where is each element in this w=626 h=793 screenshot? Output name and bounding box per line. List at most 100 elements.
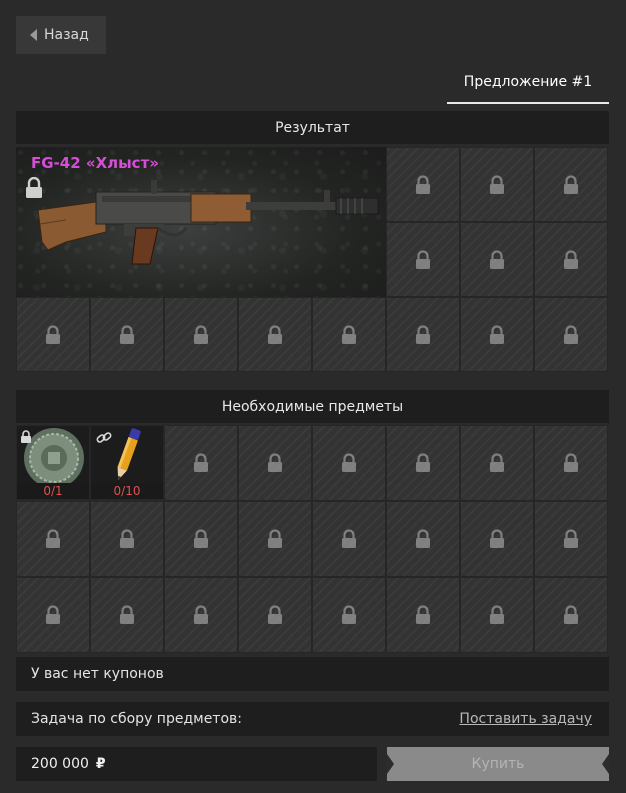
locked-slot xyxy=(460,501,534,577)
lock-icon xyxy=(414,453,432,473)
lock-icon xyxy=(562,249,580,270)
link-icon xyxy=(96,432,112,443)
locked-slot xyxy=(312,297,386,372)
locked-slot xyxy=(238,577,312,653)
price-value: 200 000 xyxy=(31,756,89,772)
lock-icon xyxy=(414,529,432,549)
locked-slot xyxy=(164,425,238,501)
button-corner-right xyxy=(602,754,609,774)
required-section-header: Необходимые предметы xyxy=(16,390,609,423)
locked-slot xyxy=(164,297,238,372)
required-item-count: 0/1 xyxy=(17,483,89,499)
coupons-text: У вас нет купонов xyxy=(31,666,164,682)
required-item-pencil[interactable]: 0/10 xyxy=(90,425,164,500)
locked-slot xyxy=(386,501,460,577)
locked-slot xyxy=(534,577,608,653)
locked-slot xyxy=(164,501,238,577)
lock-icon xyxy=(414,174,432,195)
locked-slot xyxy=(90,501,164,577)
lock-icon xyxy=(192,324,210,345)
locked-slot xyxy=(460,577,534,653)
lock-icon xyxy=(266,324,284,345)
lock-icon xyxy=(44,605,62,625)
offer-tab-label: Предложение #1 xyxy=(463,74,593,90)
locked-slot xyxy=(460,147,534,222)
lock-icon xyxy=(192,605,210,625)
lock-icon xyxy=(266,529,284,549)
lock-icon xyxy=(562,174,580,195)
lock-icon xyxy=(414,605,432,625)
lock-icon xyxy=(340,605,358,625)
required-section-title: Необходимые предметы xyxy=(221,398,404,415)
tab-offer-1[interactable]: Предложение #1 xyxy=(447,62,609,104)
task-bar: Задача по сбору предметов: Поставить зад… xyxy=(16,702,609,736)
locked-slot xyxy=(238,501,312,577)
locked-slot xyxy=(312,425,386,501)
locked-slot xyxy=(16,577,90,653)
result-item-card[interactable]: FG-42 «Хлыст» xyxy=(16,147,386,297)
locked-slot xyxy=(312,501,386,577)
lock-icon xyxy=(562,605,580,625)
result-item-name: FG-42 «Хлыст» xyxy=(31,154,159,172)
lock-icon xyxy=(340,529,358,549)
locked-slot xyxy=(386,147,460,222)
button-corner-left xyxy=(387,754,394,774)
lock-icon xyxy=(118,324,136,345)
locked-slot xyxy=(386,577,460,653)
required-item-coin[interactable]: 0/1 xyxy=(16,425,90,500)
locked-slot xyxy=(460,297,534,372)
lock-icon xyxy=(44,324,62,345)
lock-icon xyxy=(118,529,136,549)
back-button[interactable]: Назад xyxy=(16,16,106,54)
locked-slot xyxy=(460,222,534,297)
locked-slot xyxy=(534,222,608,297)
locked-slot xyxy=(16,297,90,372)
price-display: 200 000 ₽ xyxy=(16,747,377,781)
lock-icon xyxy=(340,453,358,473)
lock-icon xyxy=(488,605,506,625)
required-item-count: 0/10 xyxy=(91,483,163,499)
locked-slot xyxy=(386,425,460,501)
buy-button[interactable]: Купить xyxy=(387,747,609,781)
currency-symbol: ₽ xyxy=(95,756,106,772)
locked-slot xyxy=(16,501,90,577)
lock-icon xyxy=(488,249,506,270)
result-section-title: Результат xyxy=(275,119,350,136)
buy-button-label: Купить xyxy=(471,756,525,772)
lock-icon xyxy=(414,324,432,345)
lock-icon xyxy=(488,174,506,195)
locked-slot xyxy=(90,577,164,653)
locked-slot xyxy=(534,147,608,222)
locked-slot xyxy=(386,297,460,372)
locked-slot xyxy=(386,222,460,297)
result-section-header: Результат xyxy=(16,111,609,144)
locked-slot xyxy=(238,297,312,372)
lock-icon xyxy=(340,324,358,345)
lock-icon xyxy=(562,529,580,549)
lock-icon xyxy=(266,605,284,625)
lock-icon xyxy=(192,453,210,473)
lock-icon xyxy=(488,529,506,549)
lock-icon xyxy=(488,324,506,345)
set-task-link[interactable]: Поставить задачу xyxy=(459,711,592,727)
locked-slot xyxy=(534,425,608,501)
back-button-label: Назад xyxy=(44,27,89,43)
locked-slot xyxy=(238,425,312,501)
lock-icon xyxy=(488,453,506,473)
rifle-icon xyxy=(37,180,379,265)
lock-icon xyxy=(192,529,210,549)
locked-slot xyxy=(460,425,534,501)
lock-icon xyxy=(21,430,31,443)
lock-icon xyxy=(266,453,284,473)
locked-slot xyxy=(312,577,386,653)
task-label: Задача по сбору предметов: xyxy=(31,711,242,727)
lock-icon xyxy=(118,605,136,625)
lock-icon xyxy=(562,324,580,345)
locked-slot xyxy=(534,501,608,577)
coupons-bar: У вас нет купонов xyxy=(16,657,609,691)
lock-icon xyxy=(44,529,62,549)
lock-icon xyxy=(414,249,432,270)
lock-icon xyxy=(562,453,580,473)
locked-slot xyxy=(164,577,238,653)
locked-slot xyxy=(90,297,164,372)
